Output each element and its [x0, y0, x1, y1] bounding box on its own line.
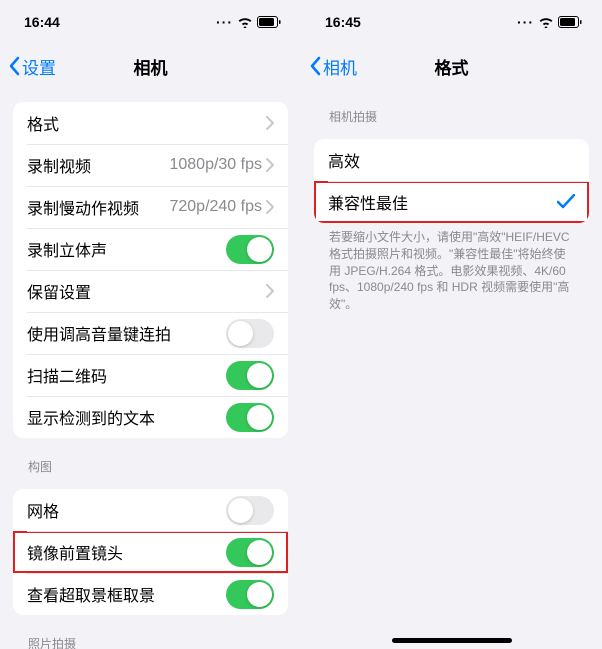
- row-label: 网格: [27, 498, 226, 522]
- row-label: 使用调高音量键连拍: [27, 321, 226, 345]
- settings-row[interactable]: 扫描二维码: [13, 354, 288, 396]
- status-icons: [517, 14, 582, 30]
- more-icon: [216, 14, 233, 30]
- page-title: 格式: [435, 54, 469, 79]
- settings-row[interactable]: 格式: [13, 102, 288, 144]
- status-icons: [216, 14, 281, 30]
- row-label: 镜像前置镜头: [27, 540, 226, 564]
- toggle-switch[interactable]: [226, 496, 274, 525]
- row-detail: 1080p/30 fps: [169, 156, 262, 174]
- toggle-switch[interactable]: [226, 235, 274, 264]
- chevron-right-icon: [266, 116, 274, 130]
- row-label: 保留设置: [27, 279, 266, 303]
- settings-content[interactable]: 格式录制视频1080p/30 fps录制慢动作视频720p/240 fps录制立…: [0, 88, 301, 649]
- settings-row[interactable]: 显示检测到的文本: [13, 396, 288, 438]
- chevron-left-icon: [8, 56, 20, 76]
- back-button[interactable]: 相机: [309, 54, 357, 79]
- row-label: 录制慢动作视频: [27, 195, 169, 219]
- more-icon: [517, 14, 534, 30]
- settings-row[interactable]: 镜像前置镜头: [13, 531, 288, 573]
- row-label: 显示检测到的文本: [27, 405, 226, 429]
- row-label: 查看超取景框取景: [27, 582, 226, 606]
- navbar: 设置 相机: [0, 44, 301, 88]
- wifi-icon: [237, 16, 253, 28]
- toggle-switch[interactable]: [226, 403, 274, 432]
- back-label: 相机: [323, 54, 357, 79]
- row-label: 录制视频: [27, 153, 169, 177]
- chevron-right-icon: [266, 200, 274, 214]
- settings-row[interactable]: 使用调高音量键连拍: [13, 312, 288, 354]
- settings-row[interactable]: 录制慢动作视频720p/240 fps: [13, 186, 288, 228]
- settings-group-main: 格式录制视频1080p/30 fps录制慢动作视频720p/240 fps录制立…: [13, 102, 288, 438]
- toggle-switch[interactable]: [226, 580, 274, 609]
- settings-row[interactable]: 查看超取景框取景: [13, 573, 288, 615]
- row-label: 扫描二维码: [27, 363, 226, 387]
- navbar: 相机 格式: [301, 44, 602, 88]
- row-label: 兼容性最佳: [328, 190, 557, 214]
- row-detail: 720p/240 fps: [169, 198, 262, 216]
- settings-row[interactable]: 录制视频1080p/30 fps: [13, 144, 288, 186]
- settings-row[interactable]: 录制立体声: [13, 228, 288, 270]
- status-time: 16:45: [325, 14, 361, 30]
- settings-row[interactable]: 兼容性最佳: [314, 181, 589, 223]
- toggle-switch[interactable]: [226, 319, 274, 348]
- battery-icon: [257, 16, 281, 28]
- settings-row[interactable]: 网格: [13, 489, 288, 531]
- battery-icon: [558, 16, 582, 28]
- back-label: 设置: [22, 54, 56, 79]
- toggle-switch[interactable]: [226, 538, 274, 567]
- back-button[interactable]: 设置: [8, 54, 56, 79]
- row-label: 格式: [27, 111, 266, 135]
- row-label: 录制立体声: [27, 237, 226, 261]
- wifi-icon: [538, 16, 554, 28]
- group-header-photo: 照片拍摄: [28, 635, 273, 649]
- group-header-composition: 构图: [28, 458, 273, 475]
- settings-group-composition: 网格镜像前置镜头查看超取景框取景: [13, 489, 288, 615]
- page-title: 相机: [134, 54, 168, 79]
- status-time: 16:44: [24, 14, 60, 30]
- group-header-capture: 相机拍摄: [329, 108, 574, 125]
- settings-row[interactable]: 高效: [314, 139, 589, 181]
- camera-settings-screen: 16:44 设置 相机 格式录制视频1080p/30 fps录制慢动作视频720…: [0, 0, 301, 649]
- row-label: 高效: [328, 148, 575, 172]
- settings-content[interactable]: 相机拍摄 高效兼容性最佳 若要缩小文件大小，请使用"高效"HEIF/HEVC 格…: [301, 88, 602, 649]
- checkmark-icon: [557, 194, 575, 210]
- chevron-left-icon: [309, 56, 321, 76]
- settings-group-capture: 高效兼容性最佳: [314, 139, 589, 223]
- status-bar: 16:45: [301, 0, 602, 44]
- footer-note: 若要缩小文件大小，请使用"高效"HEIF/HEVC 格式拍摄照片和视频。"兼容性…: [329, 229, 574, 313]
- chevron-right-icon: [266, 158, 274, 172]
- settings-row[interactable]: 保留设置: [13, 270, 288, 312]
- home-indicator[interactable]: [392, 638, 512, 643]
- chevron-right-icon: [266, 284, 274, 298]
- toggle-switch[interactable]: [226, 361, 274, 390]
- status-bar: 16:44: [0, 0, 301, 44]
- format-settings-screen: 16:45 相机 格式 相机拍摄 高效兼容性最佳 若要缩小文件大小，请使用"高效…: [301, 0, 602, 649]
